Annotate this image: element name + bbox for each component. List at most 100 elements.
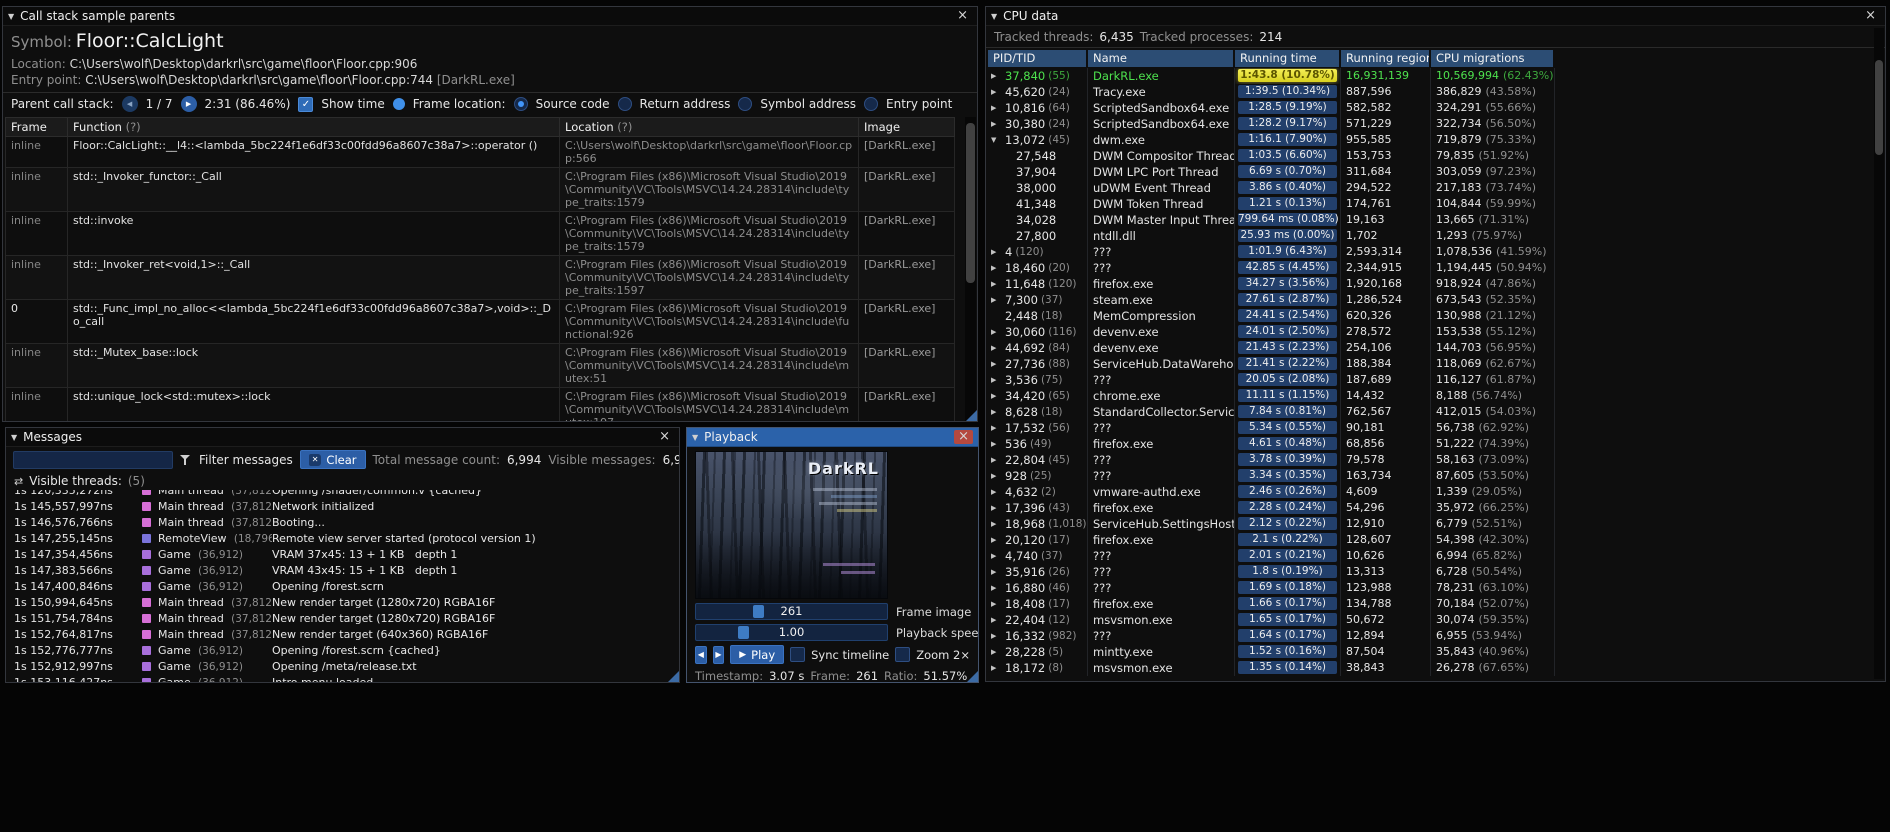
next-frame-button[interactable]: ▶ <box>712 645 725 664</box>
message-row[interactable]: 1s 153,116,427ns Game (36,912) Intro men… <box>14 675 679 682</box>
cpu-process-row[interactable]: ▶ 3,536 (75) ??? 20.05 s (2.08%) 187,689 1… <box>988 372 1873 388</box>
cpu-process-row[interactable]: ▶ 44,692 (84) devenv.exe 21.43 s (2.23%) 2… <box>988 340 1873 356</box>
expand-arrow-icon[interactable]: ▶ <box>991 260 1002 276</box>
location-cell[interactable]: C:\Users\wolf\Desktop\darkrl\src\game\fl… <box>559 136 859 168</box>
expand-arrow-icon[interactable]: ▶ <box>991 580 1002 596</box>
callstack-table-row[interactable]: inline std::invoke C:\Program Files (x86… <box>5 211 955 256</box>
cpu-process-row[interactable]: ▶ 7,300 (37) steam.exe 27.61 s (2.87%) 1,2… <box>988 292 1873 308</box>
callstack-table-row[interactable]: inline std::_Mutex_base::lock C:\Program… <box>5 343 955 388</box>
expand-arrow-icon[interactable]: ▶ <box>991 548 1002 564</box>
cpu-process-row[interactable]: ▶ 30,060 (116) devenv.exe 24.01 s (2.50%) … <box>988 324 1873 340</box>
show-time-checkbox[interactable]: ✓ <box>298 96 314 112</box>
function-cell[interactable]: std::_Invoker_ret<void,1>::_Call <box>67 255 560 300</box>
close-icon[interactable]: × <box>954 430 973 444</box>
playback-speed-slider[interactable]: 1.00 <box>695 624 888 641</box>
cpu-process-row[interactable]: ▶ 18,408 (17) firefox.exe 1.66 s (0.17%) 1… <box>988 596 1873 612</box>
cpu-process-row[interactable]: 27,548 DWM Compositor Thread 1:03.5 (6.6… <box>988 148 1873 164</box>
cpu-process-row[interactable]: ▶ 45,620 (24) Tracy.exe 1:39.5 (10.34%) 88… <box>988 84 1873 100</box>
cpu-process-row[interactable]: ▶ 4,740 (37) ??? 2.01 s (0.21%) 10,626 6,9… <box>988 548 1873 564</box>
cpu-process-row[interactable]: ▶ 22,404 (12) msvsmon.exe 1.65 s (0.17%) 5… <box>988 612 1873 628</box>
col-running-time-header[interactable]: Running time <box>1235 50 1339 67</box>
expand-arrow-icon[interactable]: ▶ <box>991 468 1002 484</box>
radio-symbol-address[interactable] <box>738 97 753 111</box>
location-cell[interactable]: C:\Program Files (x86)\Microsoft Visual … <box>559 211 859 256</box>
expand-arrow-icon[interactable]: ▶ <box>991 436 1002 452</box>
radio-return-address[interactable] <box>617 97 632 111</box>
expand-arrow-icon[interactable]: ▶ <box>991 84 1002 100</box>
location-cell[interactable]: C:\Program Files (x86)\Microsoft Visual … <box>559 167 859 212</box>
resize-grip[interactable] <box>668 671 679 682</box>
expand-arrow-icon[interactable]: ▶ <box>991 628 1002 644</box>
cpu-process-row[interactable]: ▶ 20,120 (17) firefox.exe 2.1 s (0.22%) 12… <box>988 532 1873 548</box>
collapse-icon[interactable]: ▼ <box>11 433 17 442</box>
callstack-scrollbar[interactable] <box>965 117 976 421</box>
message-row[interactable]: 1s 147,400,846ns Game (36,912) Opening /… <box>14 579 679 595</box>
prev-callstack-button[interactable]: ◀ <box>121 96 138 112</box>
expand-arrow-icon[interactable]: ▶ <box>991 420 1002 436</box>
function-cell[interactable]: std::_Func_impl_no_alloc<<lambda_5bc224f… <box>67 299 560 344</box>
cpu-process-row[interactable]: ▶ 35,916 (26) ??? 1.8 s (0.19%) 13,313 6,7… <box>988 564 1873 580</box>
expand-arrow-icon[interactable]: ▶ <box>991 68 1002 84</box>
cpu-titlebar[interactable]: ▼ CPU data × <box>986 7 1885 26</box>
cpu-process-row[interactable]: ▶ 34,420 (65) chrome.exe 11.11 s (1.15%) 1… <box>988 388 1873 404</box>
radio-entry-point[interactable] <box>864 97 878 111</box>
expand-arrow-icon[interactable]: ▶ <box>991 564 1002 580</box>
expand-arrow-icon[interactable]: ▶ <box>991 596 1002 612</box>
close-icon[interactable]: × <box>953 9 972 23</box>
cpu-process-row[interactable]: ▶ 16,332 (982) ??? 1.64 s (0.17%) 12,894 6… <box>988 628 1873 644</box>
expand-arrow-icon[interactable]: ▶ <box>991 116 1002 132</box>
message-row[interactable]: 1s 150,994,645ns Main thread (37,812) Ne… <box>14 595 679 611</box>
cpu-process-row[interactable]: ▶ 37,840 (55) DarkRL.exe 1:43.8 (10.78%) 1… <box>988 68 1873 84</box>
cpu-process-row[interactable]: 34,028 DWM Master Input Thread 799.64 ms… <box>988 212 1873 228</box>
visible-threads-row[interactable]: ⇄ Visible threads: (5) <box>6 472 679 490</box>
location-cell[interactable]: C:\Program Files (x86)\Microsoft Visual … <box>559 299 859 344</box>
radio-source-code[interactable] <box>513 97 528 111</box>
expand-arrow-icon[interactable]: ▶ <box>991 276 1002 292</box>
col-cpu-migrations-header[interactable]: CPU migrations <box>1431 50 1553 67</box>
clear-button[interactable]: ✕ Clear <box>299 450 366 469</box>
expand-arrow-icon[interactable]: ▶ <box>991 244 1002 260</box>
cpu-process-row[interactable]: ▶ 536 (49) firefox.exe 4.61 s (0.48%) 68,8… <box>988 436 1873 452</box>
sync-timeline-checkbox[interactable] <box>790 647 806 662</box>
cpu-process-row[interactable]: ▶ 928 (25) ??? 3.34 s (0.35%) 163,734 87,6… <box>988 468 1873 484</box>
col-pid-header[interactable]: PID/TID <box>988 50 1086 67</box>
message-row[interactable]: 1s 146,576,766ns Main thread (37,812) Bo… <box>14 515 679 531</box>
callstack-table-row[interactable]: inline std::_Invoker_functor::_Call C:\P… <box>5 167 955 212</box>
col-name-header[interactable]: Name <box>1088 50 1233 67</box>
cpu-process-row[interactable]: ▶ 16,880 (46) ??? 1.69 s (0.18%) 123,988 7… <box>988 580 1873 596</box>
location-cell[interactable]: C:\Program Files (x86)\Microsoft Visual … <box>559 255 859 300</box>
expand-arrow-icon[interactable]: ▶ <box>991 340 1002 356</box>
prev-frame-button[interactable]: ◀ <box>695 645 707 664</box>
expand-arrow-icon[interactable]: ▶ <box>991 516 1002 532</box>
expand-arrow-icon[interactable]: ▶ <box>991 532 1002 548</box>
cpu-process-row[interactable]: ▶ 4,632 (2) vmware-authd.exe 2.46 s (0.26%… <box>988 484 1873 500</box>
function-cell[interactable]: std::_Invoker_functor::_Call <box>67 167 560 212</box>
callstack-table-row[interactable]: inline std::unique_lock<std::mutex>::loc… <box>5 387 955 421</box>
scrollbar-thumb[interactable] <box>966 123 975 283</box>
swap-arrows-icon[interactable]: ⇄ <box>14 475 23 488</box>
expand-arrow-icon[interactable]: ▶ <box>991 612 1002 628</box>
cpu-process-row[interactable]: ▶ 11,648 (120) firefox.exe 34.27 s (3.56%)… <box>988 276 1873 292</box>
close-icon[interactable]: × <box>655 430 674 444</box>
cpu-process-row[interactable]: ▼ 13,072 (45) dwm.exe 1:16.1 (7.90%) 955,5… <box>988 132 1873 148</box>
cpu-process-row[interactable]: ▶18,968(1,018) ServiceHub.SettingsHost.e… <box>988 516 1873 532</box>
close-icon[interactable]: × <box>1861 9 1880 23</box>
message-row[interactable]: 1s 152,912,997ns Game (36,912) Opening /… <box>14 659 679 675</box>
collapse-icon[interactable]: ▼ <box>8 12 14 21</box>
message-row[interactable]: 1s 147,383,566ns Game (36,912) VRAM 43x4… <box>14 563 679 579</box>
collapse-icon[interactable]: ▼ <box>692 433 698 442</box>
callstack-table-row[interactable]: inline Floor::CalcLight::__l4::<lambda_5… <box>5 136 955 168</box>
callstack-table-row[interactable]: inline std::_Invoker_ret<void,1>::_Call … <box>5 255 955 300</box>
cpu-process-row[interactable]: ▶ 22,804 (45) ??? 3.78 s (0.39%) 79,578 58… <box>988 452 1873 468</box>
expand-arrow-icon[interactable]: ▶ <box>991 452 1002 468</box>
cpu-process-row[interactable]: ▶ 17,532 (56) ??? 5.34 s (0.55%) 90,181 56… <box>988 420 1873 436</box>
callstack-titlebar[interactable]: ▼ Call stack sample parents × <box>3 7 977 26</box>
filter-input[interactable] <box>13 450 173 469</box>
frame-image-slider[interactable]: 261 <box>695 603 888 620</box>
cpu-process-row[interactable]: ▶27,736(88) ServiceHub.DataWarehouse 21.… <box>988 356 1873 372</box>
function-cell[interactable]: std::unique_lock<std::mutex>::lock <box>67 387 560 421</box>
play-button[interactable]: ▶ Play <box>730 645 785 664</box>
expand-arrow-icon[interactable]: ▶ <box>991 660 1002 676</box>
messages-titlebar[interactable]: ▼ Messages × <box>6 428 679 447</box>
cpu-process-row[interactable]: 2,448 (18) MemCompression 24.41 s (2.54%)… <box>988 308 1873 324</box>
